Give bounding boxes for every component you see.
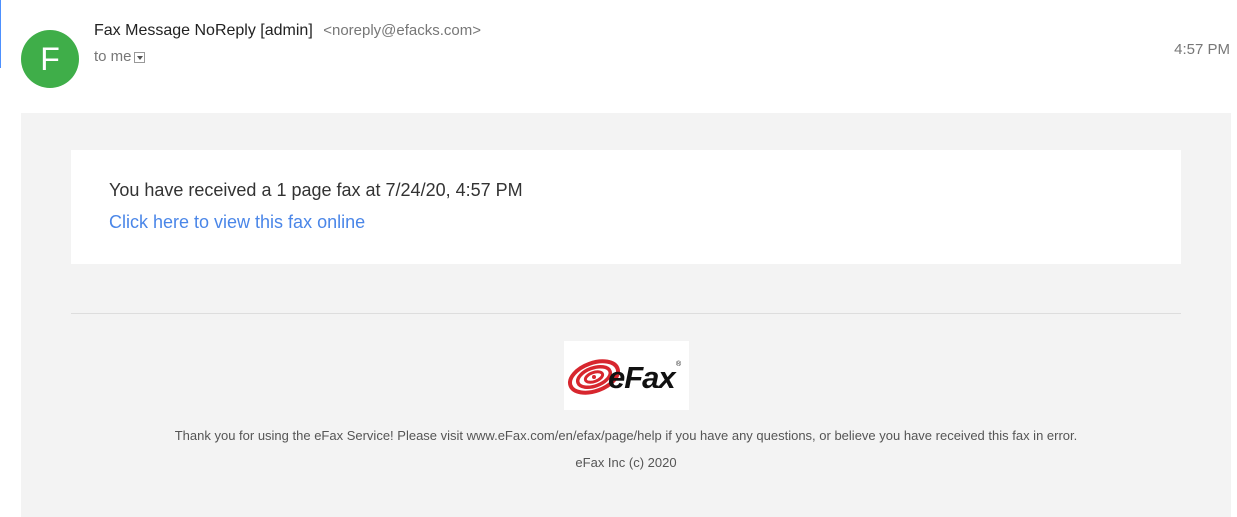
recipient-label: to me: [94, 48, 132, 65]
view-fax-link[interactable]: Click here to view this fax online: [109, 212, 365, 233]
registered-mark: ®: [676, 361, 682, 368]
sender-email: <noreply@efacks.com>: [323, 22, 482, 39]
footer-copyright: eFax Inc (c) 2020: [575, 455, 677, 470]
recipient-details-dropdown-icon[interactable]: [133, 52, 145, 63]
sender-avatar[interactable]: F: [21, 30, 79, 88]
avatar-letter: F: [40, 41, 60, 77]
message-timestamp: 4:57 PM: [1174, 41, 1230, 58]
sender-line: Fax Message NoReply [admin] <noreply@efa…: [94, 22, 481, 40]
left-accent-bar: [0, 0, 1, 68]
fax-notice-text: You have received a 1 page fax at 7/24/2…: [109, 180, 523, 200]
recipient-line: to me: [94, 48, 145, 65]
email-body: You have received a 1 page fax at 7/24/2…: [21, 113, 1231, 517]
footer-help-text: Thank you for using the eFax Service! Pl…: [174, 428, 1078, 443]
sender-name[interactable]: Fax Message NoReply [admin]: [94, 22, 313, 39]
efax-logo-wordmark: eFax: [608, 360, 676, 395]
efax-logo: eFax ®: [564, 341, 689, 410]
fax-notice-card: You have received a 1 page fax at 7/24/2…: [71, 150, 1181, 264]
divider: [71, 313, 1181, 314]
